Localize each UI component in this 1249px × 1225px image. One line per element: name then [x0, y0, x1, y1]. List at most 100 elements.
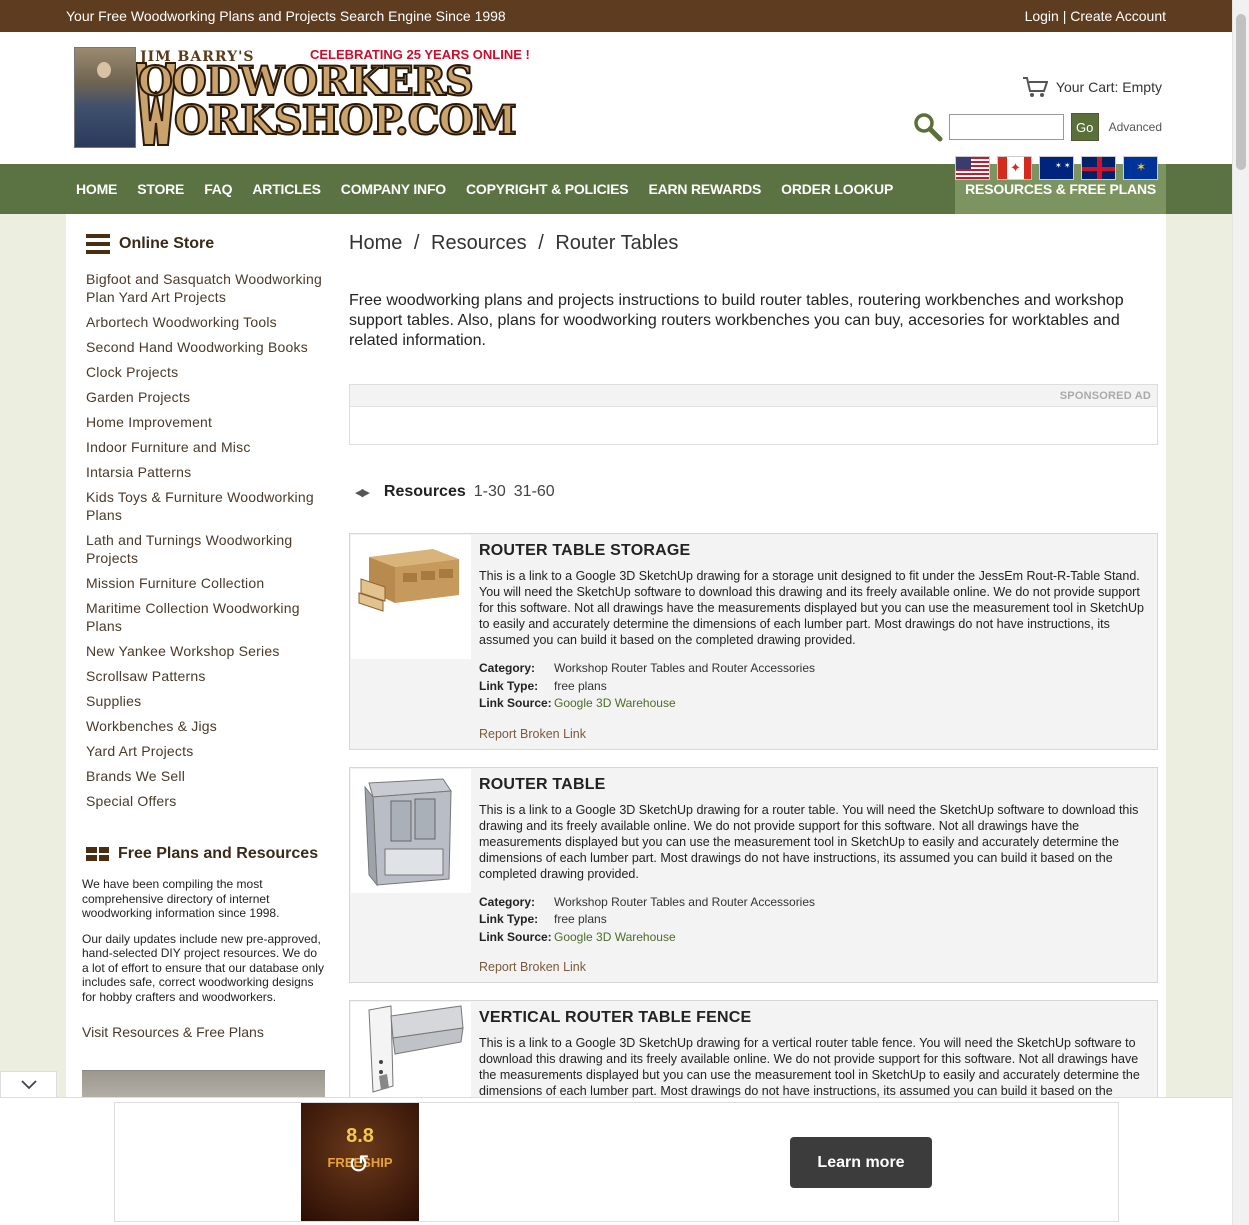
- search-go-button[interactable]: Go: [1070, 113, 1099, 141]
- ad-image[interactable]: 8.8 FREESHIP ↺: [301, 1103, 419, 1221]
- resource-description: This is a link to a Google 3D SketchUp d…: [479, 802, 1139, 881]
- sidebar-item-special-offers[interactable]: Special Offers: [86, 792, 327, 817]
- resources-pager: ◀▶ Resources 1-30 31-60: [355, 483, 1158, 501]
- nav-store[interactable]: STORE: [127, 164, 194, 214]
- create-account-link[interactable]: Create Account: [1070, 8, 1166, 24]
- cart-icon: [1022, 77, 1048, 97]
- cart[interactable]: Your Cart: Empty: [1022, 76, 1162, 98]
- bottom-ad-banner: 8.8 FREESHIP ↺ Learn more: [0, 1097, 1232, 1225]
- page-link-31-60[interactable]: 31-60: [514, 483, 555, 501]
- report-broken-link[interactable]: Report Broken Link: [479, 727, 1147, 741]
- search-icon[interactable]: [913, 112, 943, 142]
- search-input[interactable]: [948, 114, 1064, 140]
- page-link-1-30[interactable]: 1-30: [474, 483, 506, 501]
- sidebar-item-workbenches[interactable]: Workbenches & Jigs: [86, 717, 327, 742]
- resource-link-type: free plans: [554, 912, 607, 926]
- logo-photo: [74, 47, 136, 148]
- online-store-heading: Online Store: [86, 234, 327, 254]
- site-tagline: Your Free Woodworking Plans and Projects…: [66, 8, 506, 24]
- resource-thumbnail[interactable]: [351, 768, 471, 893]
- report-broken-link[interactable]: Report Broken Link: [479, 960, 1147, 974]
- nav-copyright-policies[interactable]: COPYRIGHT & POLICIES: [456, 164, 638, 214]
- sidebar-item-lath-turnings[interactable]: Lath and Turnings Woodworking Projects: [86, 531, 327, 574]
- site-header: JIM BARRY'S CELEBRATING 25 YEARS ONLINE …: [0, 32, 1249, 180]
- sidebar-item-garden[interactable]: Garden Projects: [86, 388, 327, 413]
- sponsored-ad-label: SPONSORED AD: [1059, 390, 1151, 402]
- advanced-search-link[interactable]: Advanced: [1109, 120, 1162, 134]
- sidebar-item-home-improvement[interactable]: Home Improvement: [86, 413, 327, 438]
- resource-category: Workshop Router Tables and Router Access…: [554, 894, 816, 909]
- sidebar-item-kids-toys[interactable]: Kids Toys & Furniture Woodworking Plans: [86, 488, 327, 531]
- router-table-image: [364, 777, 452, 887]
- scrollbar-thumb[interactable]: [1236, 14, 1246, 170]
- replay-icon[interactable]: ↺: [348, 1149, 370, 1180]
- ad-image-text-top: 8.8: [346, 1125, 374, 1147]
- account-links: Login | Create Account: [1025, 8, 1166, 24]
- sidebar-item-maritime[interactable]: Maritime Collection Woodworking Plans: [86, 599, 327, 642]
- sidebar-item-scrollsaw[interactable]: Scrollsaw Patterns: [86, 667, 327, 692]
- grid-icon: [86, 847, 109, 861]
- visit-resources-link[interactable]: Visit Resources & Free Plans: [82, 1024, 327, 1040]
- sidebar-item-new-yankee[interactable]: New Yankee Workshop Series: [86, 642, 327, 667]
- logo-workshop: ORKSHOP.COM: [173, 97, 518, 144]
- canada-flag-icon[interactable]: [997, 156, 1032, 180]
- nav-faq[interactable]: FAQ: [194, 164, 242, 214]
- nav-order-lookup[interactable]: ORDER LOOKUP: [771, 164, 903, 214]
- main-content: Home / Resources / Router Tables Free wo…: [349, 232, 1158, 1126]
- divider: |: [1062, 8, 1067, 24]
- australia-flag-icon[interactable]: [1039, 156, 1074, 180]
- top-bar: Your Free Woodworking Plans and Projects…: [0, 0, 1249, 32]
- storage-drawers-image: [358, 549, 459, 612]
- sidebar-item-mission[interactable]: Mission Furniture Collection: [86, 574, 327, 599]
- cart-label: Your Cart: Empty: [1055, 79, 1162, 95]
- login-link[interactable]: Login: [1025, 8, 1059, 24]
- store-category-list: Bigfoot and Sasquatch Woodworking Plan Y…: [86, 270, 327, 817]
- sidebar: Online Store Bigfoot and Sasquatch Woodw…: [82, 234, 327, 1110]
- sidebar-item-yard-art[interactable]: Yard Art Projects: [86, 742, 327, 767]
- uk-flag-icon[interactable]: [1081, 156, 1116, 180]
- pager-label: Resources: [383, 483, 466, 500]
- resource-title[interactable]: ROUTER TABLE: [479, 776, 1147, 794]
- free-plans-paragraph-1: We have been compiling the most comprehe…: [82, 877, 280, 920]
- sidebar-item-clock[interactable]: Clock Projects: [86, 363, 327, 388]
- resource-thumbnail[interactable]: [351, 535, 471, 659]
- resource-category: Workshop Router Tables and Router Access…: [554, 661, 816, 675]
- nav-articles[interactable]: ARTICLES: [242, 164, 330, 214]
- sidebar-item-supplies[interactable]: Supplies: [86, 692, 327, 717]
- breadcrumb-current: Router Tables: [555, 232, 679, 254]
- menu-icon: [86, 234, 110, 254]
- collapse-ad-button[interactable]: [0, 1071, 57, 1098]
- resource-description: This is a link to a Google 3D SketchUp d…: [479, 569, 1144, 647]
- currency-flags: [955, 156, 1158, 180]
- resource-title[interactable]: ROUTER TABLE STORAGE: [479, 542, 1147, 560]
- breadcrumb: Home / Resources / Router Tables: [349, 232, 679, 254]
- chevron-down-icon: [20, 1080, 37, 1090]
- search-bar: Go Advanced: [913, 112, 1162, 142]
- us-flag-icon[interactable]: [955, 156, 990, 180]
- nav-earn-rewards[interactable]: EARN REWARDS: [638, 164, 771, 214]
- resource-card: ROUTER TABLE STORAGE This is a link to a…: [349, 533, 1158, 750]
- resource-link-source[interactable]: Google 3D Warehouse: [554, 929, 676, 947]
- breadcrumb-home[interactable]: Home: [349, 232, 402, 254]
- resource-link-source[interactable]: Google 3D Warehouse: [554, 695, 676, 713]
- nav-company-info[interactable]: COMPANY INFO: [331, 164, 456, 214]
- prev-next-arrows-icon[interactable]: ◀▶: [355, 486, 370, 499]
- sidebar-item-books[interactable]: Second Hand Woodworking Books: [86, 338, 327, 363]
- sidebar-item-brands[interactable]: Brands We Sell: [86, 767, 327, 792]
- eu-flag-icon[interactable]: [1123, 156, 1158, 180]
- page-scrollbar[interactable]: [1232, 0, 1249, 1225]
- sidebar-item-indoor-furniture[interactable]: Indoor Furniture and Misc: [86, 438, 327, 463]
- site-logo[interactable]: JIM BARRY'S CELEBRATING 25 YEARS ONLINE …: [74, 47, 544, 148]
- nav-home[interactable]: HOME: [66, 164, 127, 214]
- sponsored-ad[interactable]: SPONSORED AD: [349, 384, 1158, 445]
- page-content: Online Store Bigfoot and Sasquatch Woodw…: [66, 214, 1166, 1126]
- sidebar-item-intarsia[interactable]: Intarsia Patterns: [86, 463, 327, 488]
- sidebar-item-bigfoot[interactable]: Bigfoot and Sasquatch Woodworking Plan Y…: [86, 270, 327, 313]
- ad-frame[interactable]: 8.8 FREESHIP ↺ Learn more: [114, 1102, 1119, 1222]
- sidebar-item-arbortech[interactable]: Arbortech Woodworking Tools: [86, 313, 327, 338]
- learn-more-button[interactable]: Learn more: [790, 1137, 932, 1188]
- resource-title[interactable]: VERTICAL ROUTER TABLE FENCE: [479, 1009, 1147, 1027]
- breadcrumb-resources[interactable]: Resources: [431, 232, 527, 254]
- resource-link-type: free plans: [554, 678, 607, 693]
- free-plans-heading: Free Plans and Resources: [86, 845, 327, 863]
